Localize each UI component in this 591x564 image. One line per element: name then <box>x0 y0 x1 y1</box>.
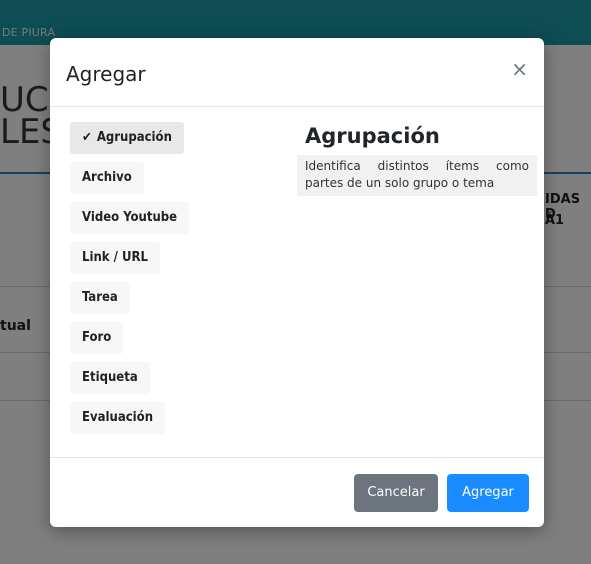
tab-foro[interactable]: Foro <box>70 322 124 354</box>
tab-evaluacion[interactable]: Evaluación <box>70 402 166 434</box>
add-dialog: Agregar × ✔ Agrupación Archivo Video Yout… <box>50 38 544 527</box>
tab-archivo[interactable]: Archivo <box>70 162 144 194</box>
close-button[interactable]: × <box>511 59 528 79</box>
cancel-button[interactable]: Cancelar <box>354 474 438 512</box>
tab-etiqueta[interactable]: Etiqueta <box>70 362 150 394</box>
tab-label: Agrupación <box>96 130 172 145</box>
resource-type-list: ✔ Agrupación Archivo Video Youtube Link /… <box>70 122 200 442</box>
dialog-footer: Cancelar Agregar <box>50 457 544 528</box>
content-title: Agrupación <box>305 124 440 148</box>
dialog-title: Agregar <box>66 62 146 86</box>
tab-tarea[interactable]: Tarea <box>70 282 130 314</box>
tab-content: Agrupación Identifica distintos ítems co… <box>297 122 537 196</box>
add-button[interactable]: Agregar <box>447 474 529 512</box>
tab-link-url[interactable]: Link / URL <box>70 242 160 274</box>
tab-agrupacion[interactable]: ✔ Agrupación <box>70 122 184 154</box>
tab-video-youtube[interactable]: Video Youtube <box>70 202 190 234</box>
dialog-header: Agregar × <box>50 38 544 107</box>
check-icon: ✔ <box>82 130 92 145</box>
content-description: Identifica distintos ítems como partes d… <box>297 155 537 196</box>
